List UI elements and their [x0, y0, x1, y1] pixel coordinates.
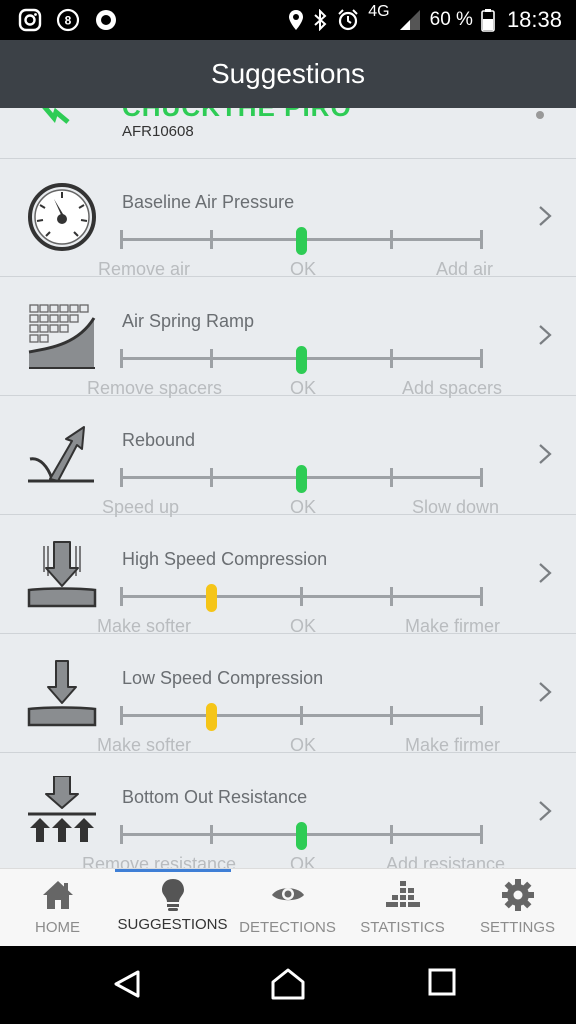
- slider-knob: [296, 822, 307, 850]
- chevron-right-icon[interactable]: [538, 562, 552, 584]
- slider-knob: [296, 346, 307, 374]
- bluetooth-icon: [314, 9, 327, 31]
- spring-ramp-icon: [28, 304, 96, 369]
- suggestion-label: Baseline Air Pressure: [122, 192, 295, 212]
- status-dot: [536, 111, 544, 119]
- status-bar: 8 4G 60 % 18:38: [0, 0, 576, 40]
- slider-mid-label: OK: [290, 735, 317, 755]
- tab-label: STATISTICS: [360, 919, 445, 936]
- suggestion-row-baseline-air-pressure[interactable]: Baseline Air Pressure Remove air OK Add …: [0, 159, 576, 279]
- slider-right-label: Make firmer: [405, 735, 501, 755]
- chevron-right-icon[interactable]: [538, 681, 552, 703]
- record-icon: [96, 10, 116, 30]
- chevron-right-icon[interactable]: [538, 800, 552, 822]
- tab-label: HOME: [35, 919, 80, 936]
- suggestion-label: Rebound: [122, 430, 196, 450]
- suggestion-slider: [120, 703, 484, 731]
- bottom-out-resistance-icon: [28, 776, 96, 842]
- device-header[interactable]: CHUCKTHE PIRO AFR10608: [0, 108, 576, 159]
- high-speed-compression-icon: [27, 541, 97, 608]
- rebound-icon: [28, 426, 94, 483]
- app-header: Suggestions: [0, 40, 576, 108]
- tab-label: SUGGESTIONS: [117, 916, 228, 933]
- location-icon: [289, 10, 304, 30]
- slider-left-label: Make softer: [97, 616, 192, 636]
- back-icon[interactable]: [112, 968, 144, 1000]
- slider-knob: [206, 584, 217, 612]
- tab-detections[interactable]: DETECTIONS: [230, 869, 345, 947]
- bottom-tab-bar: HOME SUGGESTIONS DETECTIONS STATISTICS S…: [0, 868, 576, 946]
- device-id: AFR10608: [122, 123, 194, 140]
- alarm-icon: [338, 9, 358, 31]
- instagram-icon: [18, 8, 42, 32]
- slider-mid-label: OK: [290, 497, 317, 517]
- suggestion-row-air-spring-ramp[interactable]: Air Spring Ramp Remove spacers OK Add sp…: [0, 278, 576, 398]
- tab-statistics[interactable]: STATISTICS: [345, 869, 460, 947]
- lightbulb-icon: [162, 879, 184, 911]
- suggestion-slider: [120, 346, 484, 374]
- pressure-gauge-icon: [28, 183, 96, 251]
- suggestion-row-high-speed-compression[interactable]: High Speed Compression Make softer OK Ma…: [0, 516, 576, 636]
- battery-icon: [481, 9, 495, 32]
- chevron-right-icon[interactable]: [538, 443, 552, 465]
- suggestion-slider: [120, 822, 484, 850]
- tab-home[interactable]: HOME: [0, 869, 115, 947]
- clock: 18:38: [506, 7, 562, 32]
- slider-left-label: Speed up: [102, 497, 180, 517]
- slider-mid-label: OK: [290, 854, 317, 868]
- recents-icon[interactable]: [428, 968, 456, 996]
- device-name: CHUCKTHE PIRO: [122, 108, 352, 123]
- home-nav-icon[interactable]: [270, 968, 306, 1000]
- slider-right-label: Add air: [436, 259, 494, 279]
- slider-mid-label: OK: [290, 259, 317, 279]
- slider-right-label: Add spacers: [402, 378, 503, 398]
- suggestion-label: Air Spring Ramp: [122, 311, 255, 331]
- tab-label: DETECTIONS: [239, 919, 336, 936]
- slider-knob: [296, 465, 307, 493]
- slider-right-label: Slow down: [412, 497, 500, 517]
- slider-knob: [206, 703, 217, 731]
- suggestion-row-rebound[interactable]: Rebound Speed up OK Slow down: [0, 397, 576, 517]
- page-title: Suggestions: [210, 58, 366, 89]
- suggestion-slider: [120, 227, 484, 255]
- chevron-right-icon[interactable]: [538, 324, 552, 346]
- suggestion-label: Bottom Out Resistance: [122, 787, 308, 807]
- slider-right-label: Make firmer: [405, 616, 501, 636]
- gear-icon: [502, 879, 534, 911]
- bolt-icon: [42, 108, 70, 124]
- slider-left-label: Make softer: [97, 735, 192, 755]
- suggestion-slider: [120, 584, 484, 612]
- chevron-right-icon[interactable]: [538, 205, 552, 227]
- battery-percent: 60 %: [429, 9, 473, 30]
- slider-right-label: Add resistance: [386, 854, 506, 868]
- suggestion-row-low-speed-compression[interactable]: Low Speed Compression Make softer OK Mak…: [0, 635, 576, 755]
- slider-mid-label: OK: [290, 378, 317, 398]
- tab-suggestions[interactable]: SUGGESTIONS: [115, 869, 230, 947]
- home-icon: [43, 881, 73, 909]
- app-notification-icon: 8: [56, 8, 80, 32]
- slider-mid-label: OK: [290, 616, 317, 636]
- signal-icon: [399, 10, 420, 30]
- tab-label: SETTINGS: [479, 919, 555, 936]
- slider-left-label: Remove spacers: [87, 378, 223, 398]
- bar-stack-icon: [386, 881, 420, 907]
- suggestions-list[interactable]: CHUCKTHE PIRO AFR10608 Baseline Air Pres…: [0, 108, 576, 868]
- suggestion-label: Low Speed Compression: [122, 668, 324, 688]
- slider-knob: [296, 227, 307, 255]
- suggestion-row-bottom-out-resistance[interactable]: Bottom Out Resistance Remove resistance …: [0, 754, 576, 868]
- tab-settings[interactable]: SETTINGS: [460, 869, 575, 947]
- svg-text:8: 8: [65, 14, 72, 28]
- suggestion-label: High Speed Compression: [122, 549, 328, 569]
- low-speed-compression-icon: [27, 660, 97, 727]
- network-type: 4G: [368, 3, 390, 20]
- slider-left-label: Remove air: [98, 259, 191, 279]
- suggestion-slider: [120, 465, 484, 493]
- system-nav-bar: [0, 946, 576, 1024]
- slider-left-label: Remove resistance: [82, 854, 237, 868]
- eye-icon: [272, 888, 304, 901]
